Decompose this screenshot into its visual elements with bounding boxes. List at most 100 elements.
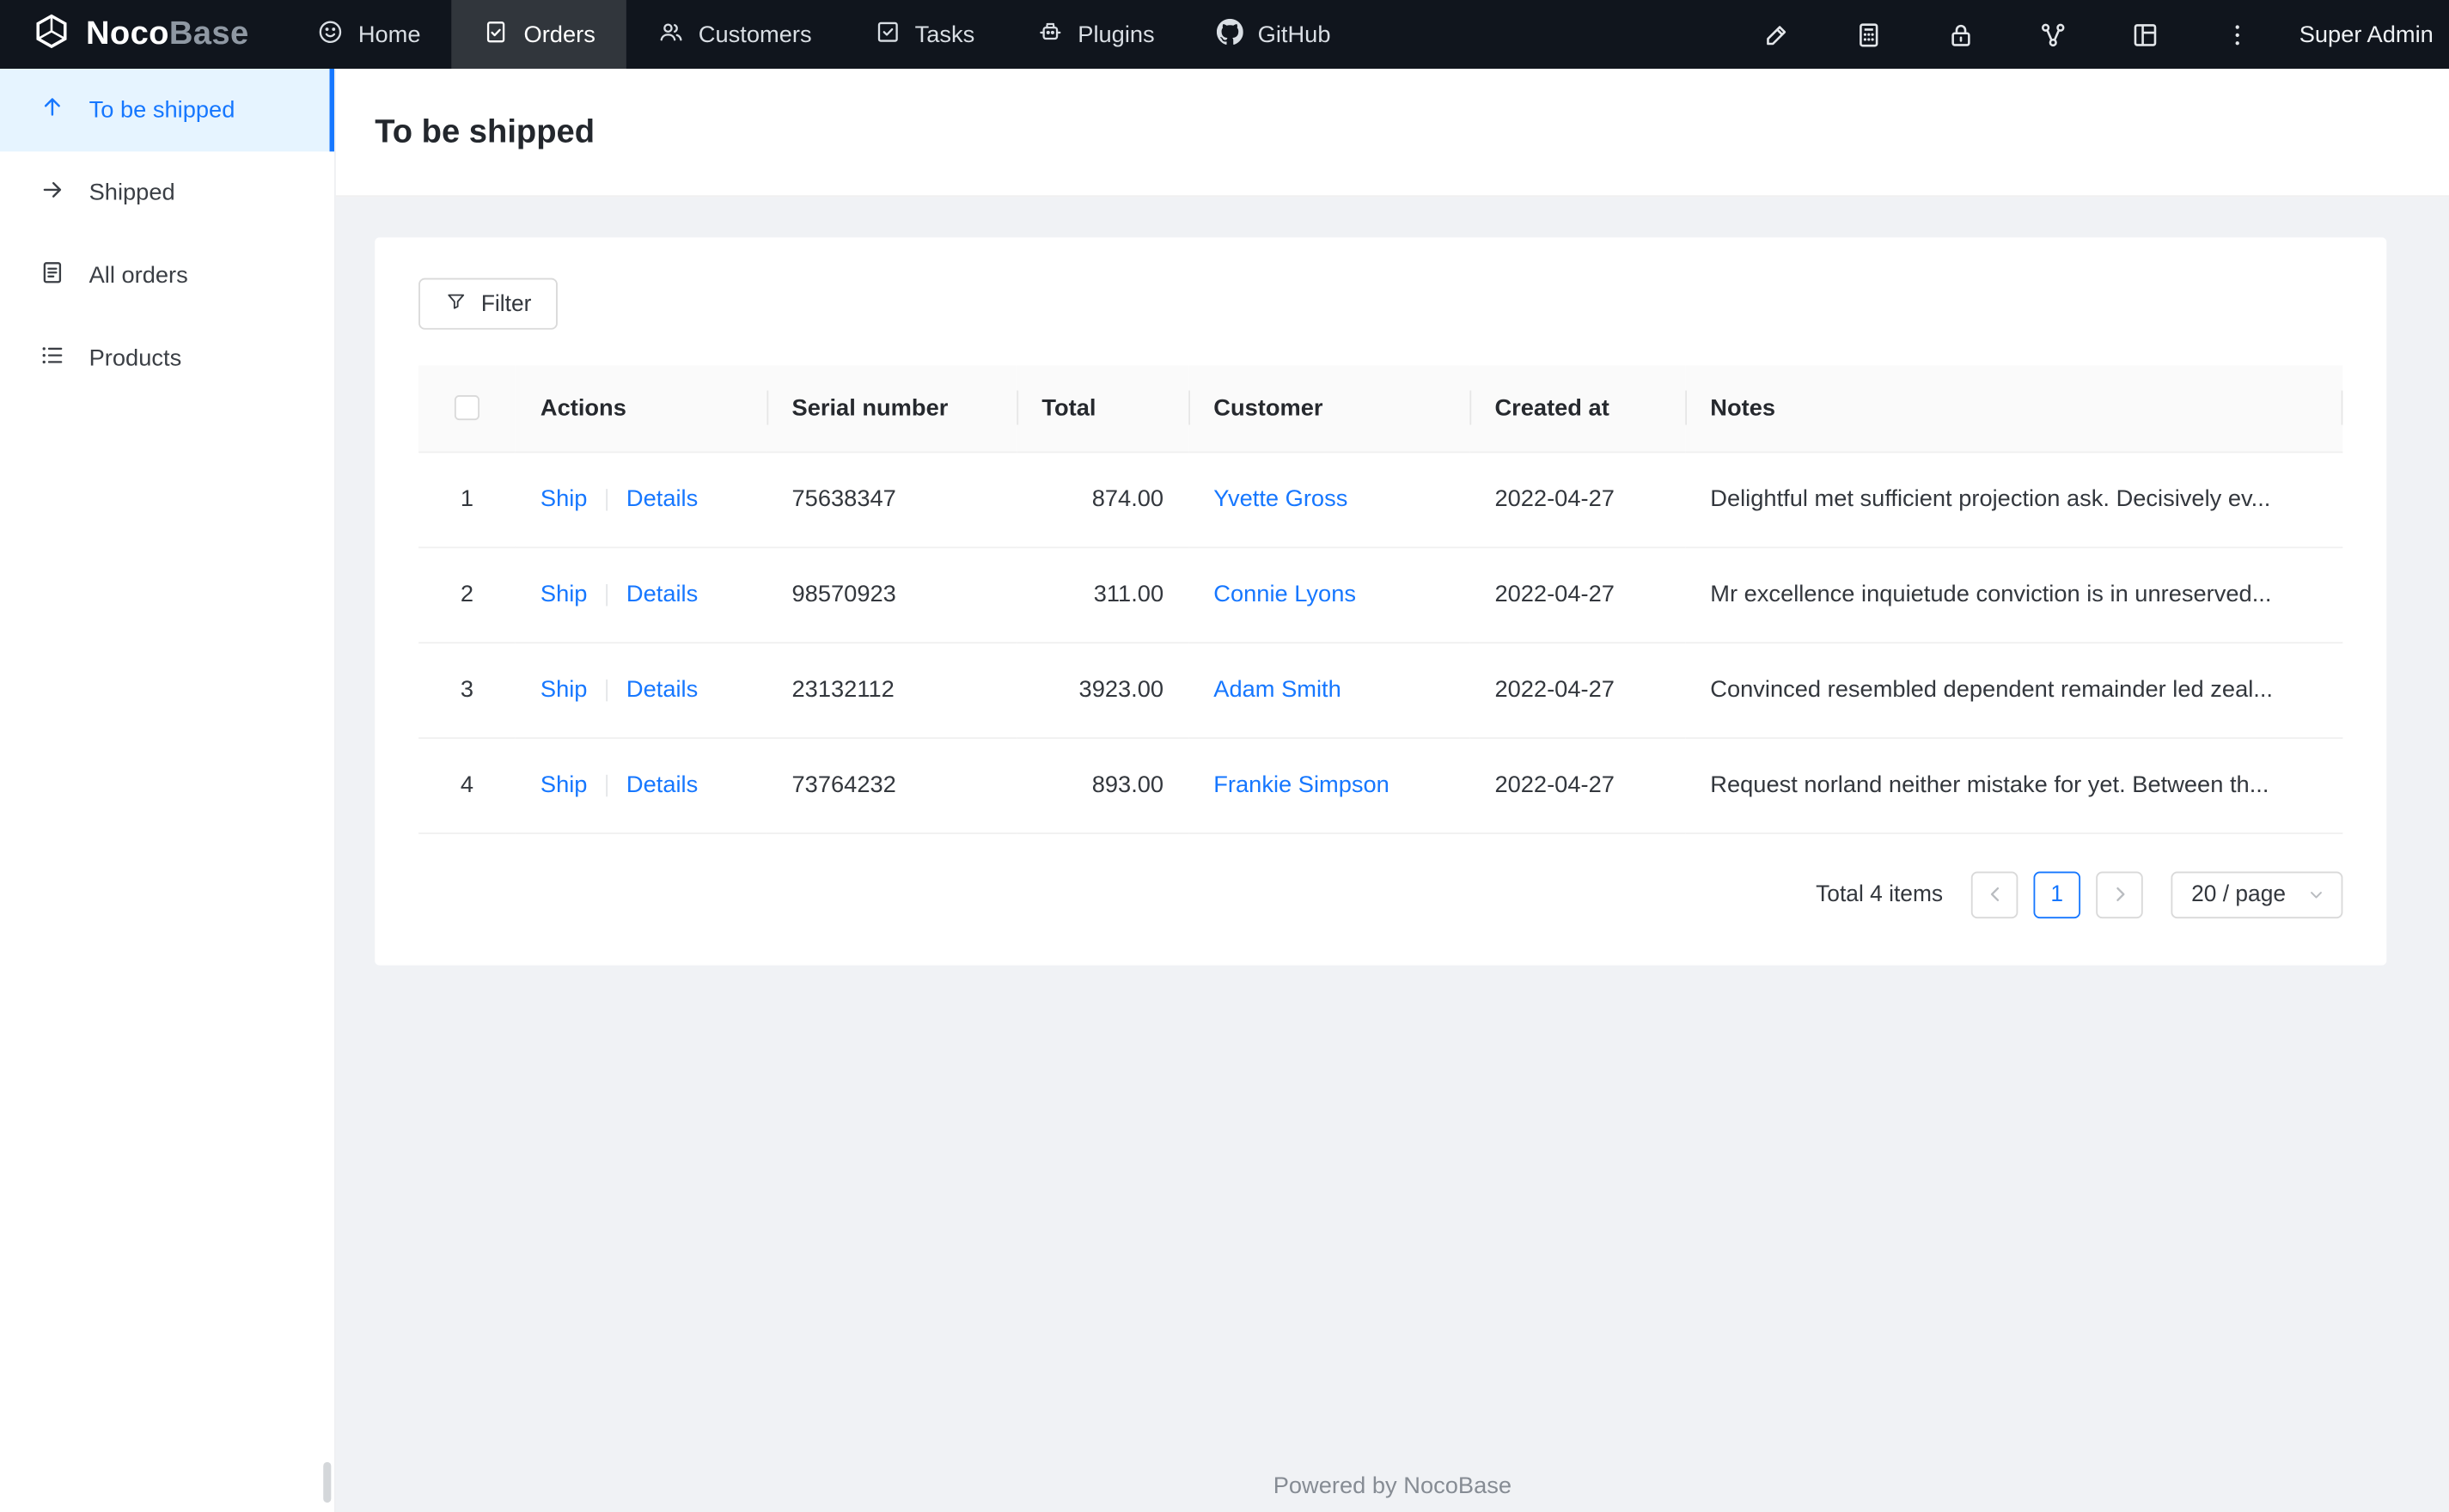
nav-item-label: GitHub <box>1257 21 1331 48</box>
page-size-select[interactable]: 20 / page <box>2171 870 2343 918</box>
nav-item-github[interactable]: GitHub <box>1186 0 1362 69</box>
total-cell: 893.00 <box>1017 737 1189 834</box>
plugins-icon <box>1037 18 1064 51</box>
nocobase-logo-icon <box>31 10 71 58</box>
page-size-value: 20 / page <box>2191 881 2287 907</box>
row-index: 3 <box>418 642 516 739</box>
customer-link[interactable]: Frankie Simpson <box>1213 771 1389 798</box>
notes-cell: Mr excellence inquietude conviction is i… <box>1685 546 2343 643</box>
created-at-cell: 2022-04-27 <box>1469 642 1686 739</box>
footer-credit: Powered by NocoBase <box>1273 1472 1512 1500</box>
customer-link[interactable]: Adam Smith <box>1213 676 1341 703</box>
notes-cell: Request norland neither mistake for yet.… <box>1685 737 2343 834</box>
row-index: 1 <box>418 451 516 548</box>
customer-link[interactable]: Connie Lyons <box>1213 581 1356 607</box>
customer-cell: Adam Smith <box>1188 642 1470 739</box>
pagination-prev-button[interactable] <box>1970 870 2018 918</box>
ship-link[interactable]: Ship <box>540 676 588 703</box>
total-cell: 3923.00 <box>1017 642 1189 739</box>
serial-number-cell: 23132112 <box>766 642 1017 739</box>
arrow-up-icon <box>39 94 65 126</box>
pagination-total: Total 4 items <box>1816 881 1944 907</box>
chevron-left-icon <box>1989 887 1999 901</box>
nav-item-tasks[interactable]: Tasks <box>843 0 1006 69</box>
table-row: 3 Ship Details 23132112 3923.00 Adam Smit… <box>418 642 2343 739</box>
column-header-actions: Actions <box>515 365 767 453</box>
nav-item-customers[interactable]: Customers <box>626 0 843 69</box>
sidebar-item-products[interactable]: Products <box>0 317 334 399</box>
api-graph-icon[interactable] <box>2007 0 2099 69</box>
row-actions: Ship Details <box>515 451 767 548</box>
pagination-next-button[interactable] <box>2096 870 2143 918</box>
customers-icon <box>658 18 685 51</box>
tasks-icon <box>874 18 901 51</box>
user-menu[interactable]: Super Admin <box>2284 21 2449 48</box>
ship-link[interactable]: Ship <box>540 485 588 512</box>
sidebar-item-label: Products <box>89 344 182 372</box>
orders-icon <box>483 18 510 51</box>
ship-link[interactable]: Ship <box>540 771 588 798</box>
filter-icon <box>445 290 467 318</box>
filter-button[interactable]: Filter <box>418 277 559 330</box>
nav-item-label: Tasks <box>914 21 975 48</box>
sidebar: To be shipped Shipped All orders Product… <box>0 69 336 1512</box>
sidebar-item-all-orders[interactable]: All orders <box>0 235 334 317</box>
orders-card: Filter Actions Serial number Total Custo… <box>375 237 2387 965</box>
chevron-down-icon <box>2311 891 2322 898</box>
select-all-header <box>418 365 516 453</box>
table-header-row: Actions Serial number Total Customer Cre… <box>418 365 2343 453</box>
table-row: 1 Ship Details 75638347 874.00 Yvette Gro… <box>418 451 2343 548</box>
sidebar-scrollbar-thumb[interactable] <box>323 1461 332 1503</box>
column-header-total: Total <box>1017 365 1189 453</box>
nav-item-label: Orders <box>523 21 595 48</box>
action-divider <box>606 584 608 607</box>
column-header-notes: Notes <box>1685 365 2343 453</box>
action-divider <box>606 774 608 797</box>
row-index: 4 <box>418 737 516 834</box>
table-row: 4 Ship Details 73764232 893.00 Frankie Si… <box>418 737 2343 834</box>
layout-icon[interactable] <box>2099 0 2191 69</box>
list-icon <box>39 342 65 375</box>
details-link[interactable]: Details <box>626 676 698 703</box>
action-divider <box>606 679 608 702</box>
sidebar-item-label: All orders <box>89 262 188 290</box>
pagination-page-1-button[interactable]: 1 <box>2033 870 2081 918</box>
column-header-serial-number: Serial number <box>766 365 1017 453</box>
details-link[interactable]: Details <box>626 485 698 512</box>
total-cell: 874.00 <box>1017 451 1189 548</box>
select-all-checkbox[interactable] <box>454 395 480 421</box>
app-viewport: NocoBase Home Orders Customers Tasks Plu… <box>0 0 2449 1512</box>
main-content: To be shipped Filter Actions Serial numb… <box>335 69 2449 1512</box>
notes-cell: Delightful met sufficient projection ask… <box>1685 451 2343 548</box>
nav-item-orders[interactable]: Orders <box>451 0 627 70</box>
total-cell: 311.00 <box>1017 546 1189 643</box>
notes-cell: Convinced resembled dependent remainder … <box>1685 642 2343 739</box>
nav-item-label: Customers <box>698 21 812 48</box>
chevron-right-icon <box>2116 887 2124 901</box>
sidebar-item-shipped[interactable]: Shipped <box>0 151 334 234</box>
highlighter-icon[interactable] <box>1731 0 1823 69</box>
nav-item-home[interactable]: Home <box>286 0 452 69</box>
navbar-actions: Super Admin <box>1731 0 2449 69</box>
serial-number-cell: 75638347 <box>766 451 1017 548</box>
lock-icon[interactable] <box>1915 0 2007 69</box>
page-header: To be shipped <box>335 69 2449 198</box>
main-nav: Home Orders Customers Tasks Plugins GitH… <box>286 0 1362 70</box>
brand-logo[interactable]: NocoBase <box>0 10 249 58</box>
details-link[interactable]: Details <box>626 581 698 607</box>
ship-link[interactable]: Ship <box>540 581 588 607</box>
top-navbar: NocoBase Home Orders Customers Tasks Plu… <box>0 0 2449 70</box>
github-icon <box>1217 17 1244 51</box>
customer-link[interactable]: Yvette Gross <box>1213 485 1347 512</box>
sidebar-item-to-be-shipped[interactable]: To be shipped <box>0 69 334 152</box>
more-menu-icon[interactable] <box>2191 0 2283 69</box>
pagination: Total 4 items 1 20 / page <box>418 870 2343 918</box>
customer-cell: Frankie Simpson <box>1188 737 1470 834</box>
details-link[interactable]: Details <box>626 771 698 798</box>
calculator-icon[interactable] <box>1823 0 1915 69</box>
serial-number-cell: 73764232 <box>766 737 1017 834</box>
nav-item-plugins[interactable]: Plugins <box>1006 0 1186 69</box>
row-actions: Ship Details <box>515 737 767 834</box>
column-header-created-at: Created at <box>1469 365 1686 453</box>
created-at-cell: 2022-04-27 <box>1469 451 1686 548</box>
